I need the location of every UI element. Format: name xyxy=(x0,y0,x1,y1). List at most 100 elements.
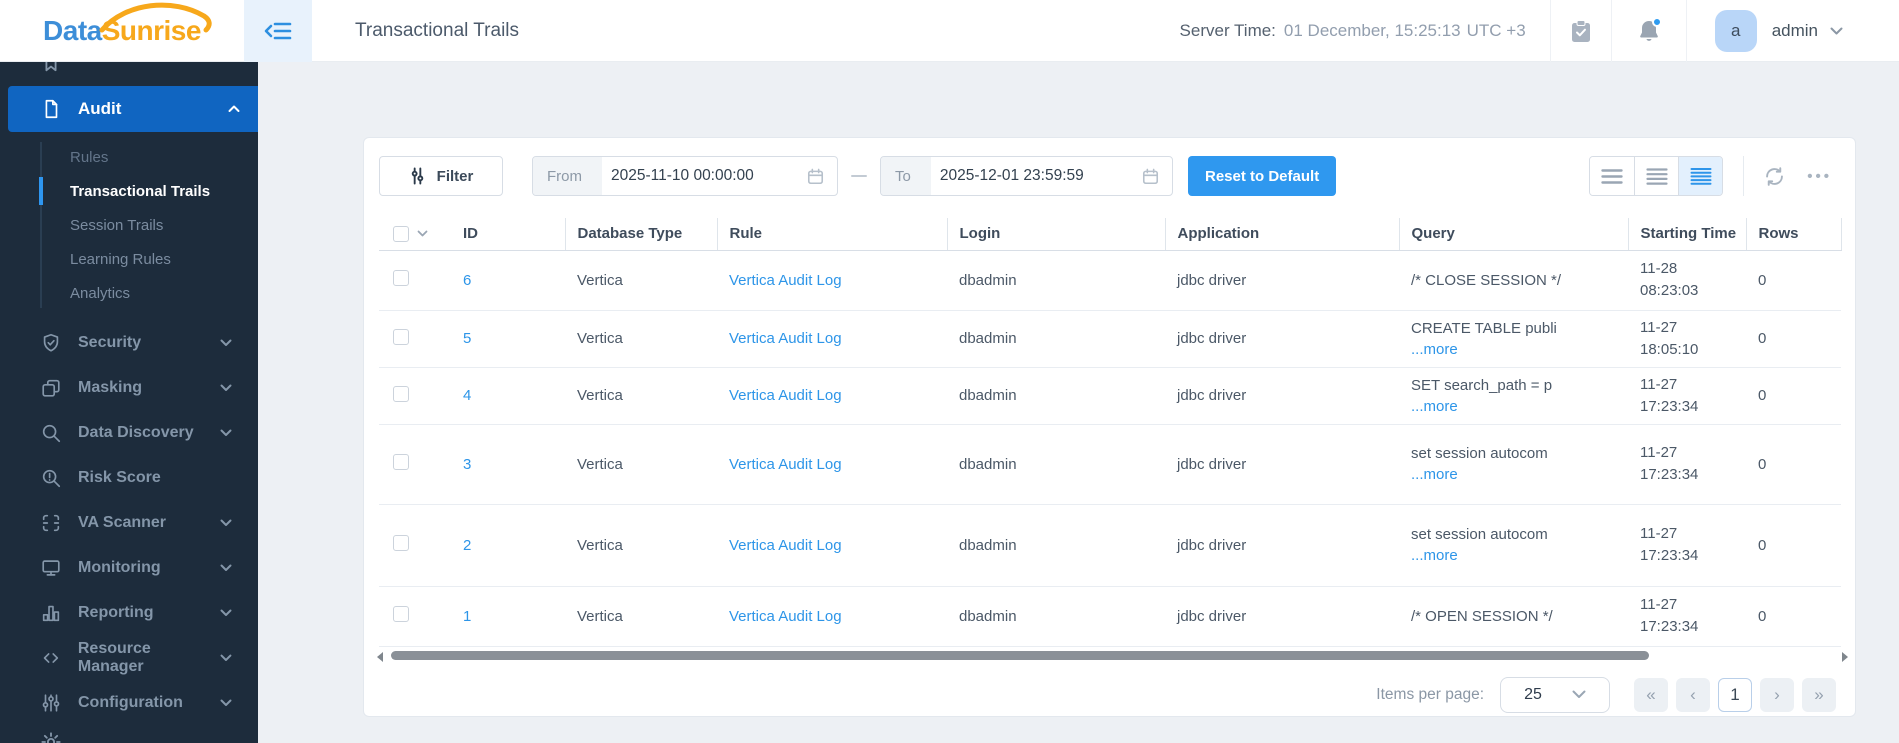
cell-rows: 0 xyxy=(1746,310,1841,368)
cell-database-type: Vertica xyxy=(565,586,717,647)
row-checkbox[interactable] xyxy=(393,606,409,622)
date-to-value[interactable]: 2025-12-01 23:59:59 xyxy=(931,167,1141,185)
row-checkbox[interactable] xyxy=(393,270,409,286)
sidebar-item-resource-manager[interactable]: Resource Manager xyxy=(0,635,258,680)
previous-page-button[interactable]: ‹ xyxy=(1676,677,1710,712)
rule-link[interactable]: Vertica Audit Log xyxy=(729,330,842,347)
logo[interactable]: DataSunrise xyxy=(0,0,244,61)
density-full-button[interactable] xyxy=(1678,157,1723,195)
calendar-icon[interactable] xyxy=(806,167,825,186)
notifications-button[interactable] xyxy=(1612,0,1686,62)
density-medium-icon xyxy=(1646,167,1668,185)
rule-link[interactable]: Vertica Audit Log xyxy=(729,608,842,625)
bookmark-icon xyxy=(45,62,57,72)
filter-button[interactable]: Filter xyxy=(379,156,503,196)
cell-query: /* CLOSE SESSION */ xyxy=(1399,250,1628,311)
row-checkbox[interactable] xyxy=(393,454,409,470)
more-actions-button[interactable]: ••• xyxy=(1807,168,1832,185)
query-more-link[interactable]: ...more xyxy=(1411,398,1458,415)
calendar-icon[interactable] xyxy=(1141,167,1160,186)
reset-to-default-button[interactable]: Reset to Default xyxy=(1188,156,1337,196)
collapse-sidebar-icon xyxy=(264,22,292,39)
date-to-input[interactable]: To 2025-12-01 23:59:59 xyxy=(880,156,1173,196)
column-header-login[interactable]: Login xyxy=(946,218,1165,251)
sidebar-item-risk-score[interactable]: Risk Score xyxy=(0,455,258,500)
sidebar-item-security[interactable]: Security xyxy=(0,320,258,365)
clipped-nav-item-top[interactable] xyxy=(0,62,258,78)
trail-id-link[interactable]: 2 xyxy=(463,537,471,554)
trail-id-link[interactable]: 6 xyxy=(463,272,471,289)
first-page-button[interactable]: « xyxy=(1634,677,1668,712)
next-page-button[interactable]: › xyxy=(1760,677,1794,712)
divider xyxy=(1685,0,1687,62)
cell-rule: Vertica Audit Log xyxy=(717,250,947,311)
clipped-nav-item-bottom[interactable] xyxy=(0,727,258,743)
density-compact-button[interactable] xyxy=(1590,157,1635,195)
notification-dot xyxy=(1651,16,1662,27)
chevron-down-icon xyxy=(220,564,232,571)
select-all-checkbox[interactable] xyxy=(393,225,409,242)
rule-link[interactable]: Vertica Audit Log xyxy=(729,387,842,404)
column-header-application[interactable]: Application xyxy=(1164,218,1399,251)
refresh-button[interactable] xyxy=(1764,166,1785,187)
query-more-link[interactable]: ...more xyxy=(1411,341,1458,358)
row-checkbox[interactable] xyxy=(393,385,409,402)
cell-login: dbadmin xyxy=(947,367,1165,425)
sidebar-item-data-discovery[interactable]: Data Discovery xyxy=(0,410,258,455)
rule-link[interactable]: Vertica Audit Log xyxy=(729,537,842,554)
current-page-button[interactable]: 1 xyxy=(1718,677,1752,712)
scrollbar-thumb[interactable] xyxy=(391,650,1649,660)
table-row: 2 Vertica Vertica Audit Log dbadmin jdbc dri… xyxy=(379,504,1841,587)
trail-id-link[interactable]: 1 xyxy=(463,608,471,625)
row-checkbox[interactable] xyxy=(393,535,409,551)
scroll-right-arrow[interactable] xyxy=(1842,651,1848,662)
rule-link[interactable]: Vertica Audit Log xyxy=(729,456,842,473)
row-select-cell xyxy=(379,250,463,311)
sidebar-item-reporting[interactable]: Reporting xyxy=(0,590,258,635)
sidebar-item-masking[interactable]: Masking xyxy=(0,365,258,410)
trail-id-link[interactable]: 5 xyxy=(463,330,471,347)
query-more-link[interactable]: ...more xyxy=(1411,466,1458,483)
table-row: 6 Vertica Vertica Audit Log dbadmin jdbc dri… xyxy=(379,250,1841,311)
cell-rows: 0 xyxy=(1746,504,1841,587)
rule-link[interactable]: Vertica Audit Log xyxy=(729,272,842,289)
sidebar-subitem-transactional-trails[interactable]: Transactional Trails xyxy=(0,174,258,208)
sidebar-item-monitoring[interactable]: Monitoring xyxy=(0,545,258,590)
avatar[interactable]: a xyxy=(1714,9,1757,52)
cell-rule: Vertica Audit Log xyxy=(717,424,947,505)
sidebar-subitem-analytics[interactable]: Analytics xyxy=(0,276,258,310)
column-header-rows[interactable]: Rows xyxy=(1745,218,1842,251)
horizontal-scrollbar[interactable] xyxy=(377,649,1848,663)
last-page-button[interactable]: » xyxy=(1802,677,1836,712)
sidebar-subitem-session-trails[interactable]: Session Trails xyxy=(0,208,258,242)
date-from-value[interactable]: 2025-11-10 00:00:00 xyxy=(602,167,806,185)
column-header-id[interactable]: ID xyxy=(463,218,565,251)
scroll-left-arrow[interactable] xyxy=(377,651,383,662)
chevron-down-icon[interactable] xyxy=(1830,27,1843,35)
date-from-input[interactable]: From 2025-11-10 00:00:00 xyxy=(532,156,838,196)
trail-id-link[interactable]: 4 xyxy=(463,387,471,404)
cell-application: jdbc driver xyxy=(1165,504,1399,587)
chevron-down-icon[interactable] xyxy=(417,230,428,237)
row-checkbox[interactable] xyxy=(393,328,409,345)
density-medium-button[interactable] xyxy=(1634,157,1679,195)
column-header-starting-time[interactable]: Starting Time xyxy=(1627,218,1746,251)
search-icon xyxy=(42,424,61,442)
trail-id-link[interactable]: 3 xyxy=(463,456,471,473)
sidebar-item-configuration[interactable]: Configuration xyxy=(0,680,258,725)
query-more-link[interactable]: ...more xyxy=(1411,547,1458,564)
collapse-sidebar-button[interactable] xyxy=(244,0,312,62)
cell-rule: Vertica Audit Log xyxy=(717,310,947,368)
tasks-button[interactable] xyxy=(1551,0,1611,62)
column-header-rule[interactable]: Rule xyxy=(716,218,947,251)
view-density-toggle xyxy=(1589,156,1724,196)
column-header-query[interactable]: Query xyxy=(1398,218,1628,251)
items-per-page-select[interactable]: 25 xyxy=(1500,676,1610,713)
sidebar-item-audit[interactable]: Audit xyxy=(8,86,258,132)
user-name[interactable]: admin xyxy=(1772,21,1818,41)
column-header-database-type[interactable]: Database Type xyxy=(564,218,717,251)
sidebar-item-label: Data Discovery xyxy=(78,423,194,441)
sidebar-subitem-rules[interactable]: Rules xyxy=(0,140,258,174)
sidebar-subitem-learning-rules[interactable]: Learning Rules xyxy=(0,242,258,276)
sidebar-item-va-scanner[interactable]: VA Scanner xyxy=(0,500,258,545)
